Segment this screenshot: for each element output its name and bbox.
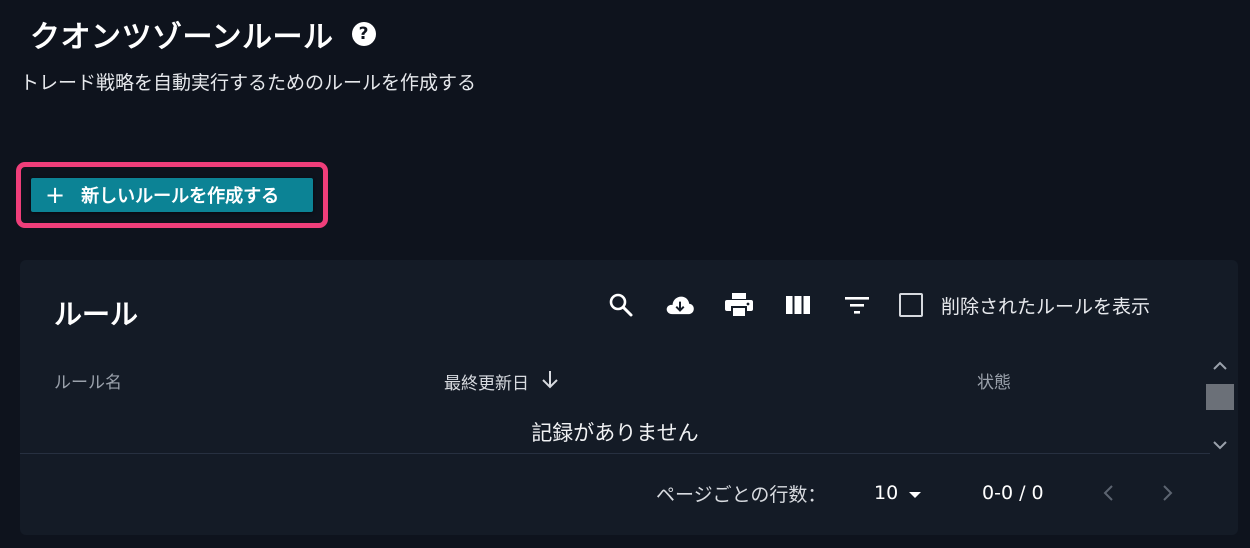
filter-icon[interactable] [842, 290, 872, 320]
page: クオンツゾーンルール ? トレード戦略を自動実行するためのルールを作成する + … [0, 0, 1250, 548]
create-rule-button[interactable]: + 新しいルールを作成する [31, 178, 313, 212]
plus-icon: + [45, 181, 66, 209]
vertical-scrollbar[interactable] [1202, 358, 1238, 453]
column-header-status[interactable]: 状態 [977, 368, 1011, 393]
chevron-up-icon[interactable] [1210, 358, 1230, 374]
empty-table-message: 記録がありません [531, 421, 699, 445]
print-icon[interactable] [724, 290, 754, 320]
chevron-right-icon[interactable] [1160, 478, 1174, 508]
scrollbar-thumb[interactable] [1206, 384, 1234, 410]
create-button-highlight: + 新しいルールを作成する [16, 162, 328, 228]
search-icon[interactable] [606, 290, 636, 320]
caret-down-icon [908, 482, 922, 504]
rows-per-page-value: 10 [874, 482, 899, 504]
show-deleted-label[interactable]: 削除されたルールを表示 [941, 292, 1150, 319]
pagination-range: 0-0 / 0 [982, 482, 1044, 504]
show-deleted-checkbox[interactable] [899, 293, 923, 317]
column-header-last-updated-label: 最終更新日 [444, 374, 529, 394]
chevron-left-icon[interactable] [1102, 478, 1116, 508]
create-rule-button-label: 新しいルールを作成する [81, 186, 280, 207]
chevron-down-icon[interactable] [1210, 437, 1230, 453]
rows-per-page-label: ページごとの行数： [656, 483, 827, 506]
arrow-down-icon[interactable] [539, 368, 561, 395]
question-circle-icon[interactable]: ? [351, 22, 376, 46]
page-title: クオンツゾーンルール [30, 20, 334, 55]
download-cloud-icon[interactable] [665, 290, 695, 320]
table-toolbar: 削除されたルールを表示 [606, 290, 1150, 320]
columns-icon[interactable] [783, 290, 813, 320]
title-row: クオンツゾーンルール ? [30, 12, 376, 56]
column-header-rule-name[interactable]: ルール名 [54, 368, 122, 393]
table-divider [20, 453, 1210, 454]
table-title: ルール [54, 298, 139, 331]
page-subtitle: トレード戦略を自動実行するためのルールを作成する [20, 72, 477, 94]
column-header-last-updated[interactable]: 最終更新日 [444, 368, 561, 395]
rows-per-page-select[interactable]: 10 [874, 478, 922, 508]
rules-table-card: ルール 削除されたルールを表示 ルール名 最終更新日 状態 記録がありません ペ… [20, 260, 1238, 535]
